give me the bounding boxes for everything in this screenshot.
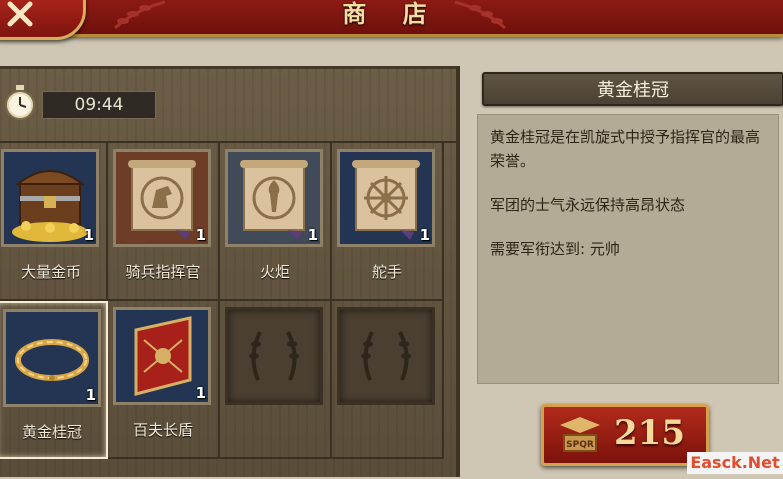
page-title: 商 店 <box>342 0 441 28</box>
watermark: Easck.Net <box>687 452 783 474</box>
item-grid: 1 大量金币 1 骑兵指挥官 1 火炬 1 舵手 1 黄金桂冠 1 百夫长盾 <box>0 141 456 479</box>
item-requirement: 需要军衔达到: 元帅 <box>490 240 620 258</box>
empty-slot-icon <box>361 331 411 381</box>
buy-button[interactable]: SPQR 215 <box>541 404 709 466</box>
shop-item-selected[interactable]: 1 黄金桂冠 <box>0 301 108 459</box>
shop-item[interactable]: 1 百夫长盾 <box>108 301 220 459</box>
shop-panel: 09:44 1 大量金币 1 骑兵指挥官 1 火炬 1 舵手 1 黄金桂冠 1 … <box>0 66 460 477</box>
detail-title-bar: 黄金桂冠 <box>482 72 783 106</box>
close-icon <box>7 1 33 27</box>
item-description: 黄金桂冠是在凯旋式中授予指挥官的最高荣誉。 <box>490 128 761 170</box>
item-icon-frame: 1 <box>337 149 435 247</box>
shop-item[interactable]: 1 大量金币 <box>0 143 108 301</box>
item-name: 骑兵指挥官 <box>125 263 201 281</box>
item-quantity: 1 <box>419 226 430 244</box>
item-name: 舵手 <box>371 263 402 281</box>
item-icon-frame: 1 <box>113 307 211 405</box>
shop-header: 商 店 <box>0 0 783 37</box>
shop-item[interactable]: 1 火炬 <box>220 143 332 301</box>
detail-title: 黄金桂冠 <box>597 80 669 101</box>
empty-item-slot <box>220 301 332 459</box>
item-name: 黄金桂冠 <box>21 423 82 441</box>
item-icon-frame: 1 <box>113 149 211 247</box>
item-name: 火炬 <box>259 263 290 281</box>
refresh-timer: 09:44 <box>42 91 156 119</box>
item-icon-frame: 1 <box>1 149 99 247</box>
shop-item[interactable]: 1 骑兵指挥官 <box>108 143 220 301</box>
item-quantity: 1 <box>85 386 96 404</box>
empty-slot <box>225 307 323 405</box>
stopwatch-icon <box>5 85 35 120</box>
item-icon-frame: 1 <box>3 309 101 407</box>
empty-slot-icon <box>249 331 299 381</box>
svg-text:SPQR: SPQR <box>566 440 594 450</box>
item-effect: 军团的士气永远保持高昂状态 <box>490 196 686 214</box>
shop-item[interactable]: 1 舵手 <box>332 143 444 301</box>
close-button[interactable] <box>0 0 86 40</box>
item-name: 百夫长盾 <box>132 421 193 439</box>
item-icon-frame: 1 <box>225 149 323 247</box>
item-quantity: 1 <box>195 226 206 244</box>
item-quantity: 1 <box>195 384 206 402</box>
item-quantity: 1 <box>307 226 318 244</box>
empty-item-slot <box>332 301 444 459</box>
empty-slot <box>337 307 435 405</box>
price-value: 215 <box>614 413 685 453</box>
detail-description-panel: 黄金桂冠是在凯旋式中授予指挥官的最高荣誉。 军团的士气永远保持高昂状态 需要军衔… <box>477 114 779 384</box>
spqr-emblem-icon: SPQR <box>560 417 600 452</box>
item-name: 大量金币 <box>20 263 81 281</box>
item-quantity: 1 <box>83 226 94 244</box>
